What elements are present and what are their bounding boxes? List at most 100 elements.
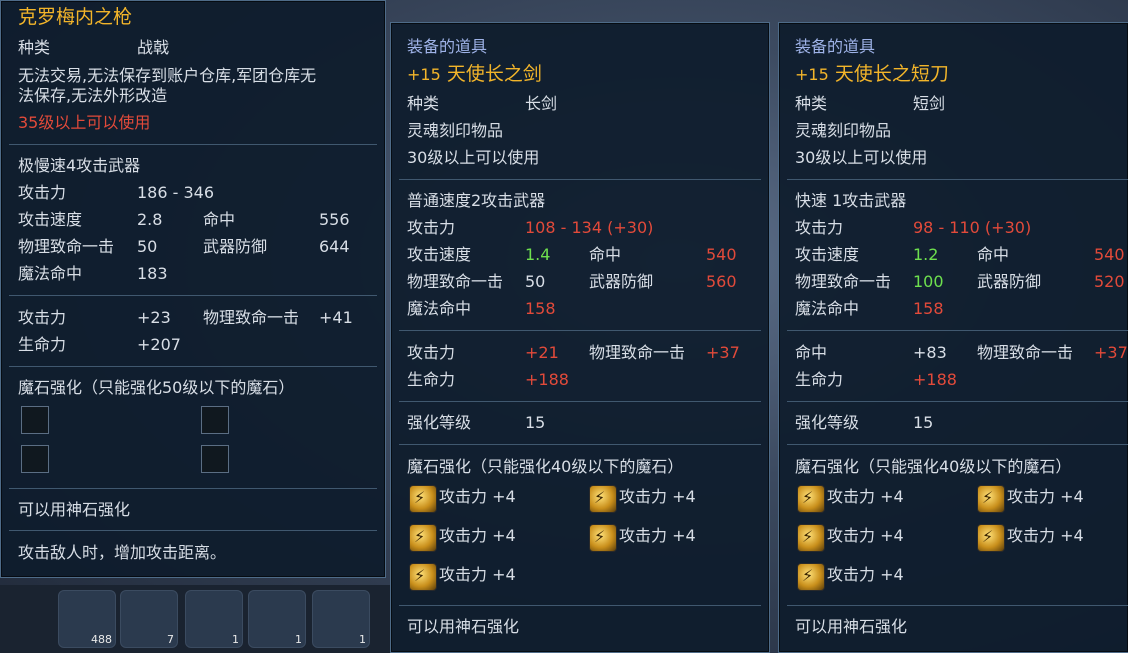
enchant-level-value: 15: [525, 413, 546, 432]
soulbound-text: 灵魂刻印物品: [407, 121, 504, 140]
divider: [9, 295, 377, 296]
manastone-stat: 攻击力 +4: [827, 487, 904, 506]
inventory-slot[interactable]: 1: [185, 590, 243, 648]
inventory-slot[interactable]: 1: [312, 590, 370, 648]
manastone-stat: 攻击力 +4: [827, 526, 904, 545]
type-label: 种类: [18, 38, 51, 57]
item-name-row: +15 天使长之短刀: [795, 64, 949, 85]
stat-value: 183: [137, 264, 168, 283]
stat-value: 2.8: [137, 210, 163, 229]
item-tooltip-equipped-dagger: 装备的道具 +15 天使长之短刀 种类 短剑 灵魂刻印物品 30级以上可以使用 …: [778, 22, 1128, 653]
manastone-icon: [977, 524, 1005, 552]
level-requirement: 30级以上可以使用: [407, 148, 540, 167]
type-value: 长剑: [525, 94, 558, 113]
enchant-level-badge: +15: [795, 65, 829, 84]
item-count: 488: [91, 633, 112, 646]
manastone-icon: [977, 485, 1005, 513]
divider: [399, 444, 761, 445]
item-count: 1: [232, 633, 239, 646]
manastone-icon: [589, 524, 617, 552]
stat-value: 560: [706, 272, 737, 291]
stat-label: 攻击力: [18, 183, 67, 202]
type-label: 种类: [795, 94, 828, 113]
stat-label: 物理致命一击: [795, 272, 892, 291]
bonus-value: +37: [706, 343, 740, 362]
divider: [787, 444, 1128, 445]
bonus-label: 物理致命一击: [203, 308, 300, 327]
inventory-slot[interactable]: 1: [248, 590, 306, 648]
enchant-level-label: 强化等级: [407, 413, 472, 432]
inventory-slot[interactable]: 7: [120, 590, 178, 648]
restriction-text: 无法交易,无法保存到账户仓库,军团仓库无: [18, 66, 317, 85]
type-value: 战戟: [137, 38, 170, 57]
stat-value: 50: [525, 272, 546, 291]
bonus-value: +41: [319, 308, 353, 327]
stat-value: 108 - 134 (+30): [525, 218, 654, 237]
stat-value: 1.2: [913, 245, 939, 264]
godstone-text: 可以用神石强化: [407, 617, 520, 636]
stat-value: 158: [525, 299, 556, 318]
enchant-level-label: 强化等级: [795, 413, 860, 432]
skill-description: 攻击敌人时，增加攻击距离。: [18, 543, 227, 562]
stat-label: 攻击速度: [795, 245, 860, 264]
stat-label: 攻击力: [407, 218, 456, 237]
manastone-stat: 攻击力 +4: [439, 526, 516, 545]
divider: [787, 401, 1128, 402]
item-count: 1: [295, 633, 302, 646]
manastone-slot-empty: [201, 406, 229, 434]
stat-label: 命中: [977, 245, 1010, 264]
stat-label: 命中: [203, 210, 236, 229]
manastone-stat: 攻击力 +4: [1007, 487, 1084, 506]
bonus-label: 生命力: [795, 370, 844, 389]
enchant-level-value: 15: [913, 413, 934, 432]
stat-label: 魔法命中: [407, 299, 472, 318]
manastone-icon: [409, 524, 437, 552]
manastone-stat: 攻击力 +4: [439, 565, 516, 584]
bonus-label: 生命力: [18, 335, 67, 354]
manastone-stat: 攻击力 +4: [1007, 526, 1084, 545]
stat-value: 540: [706, 245, 737, 264]
bonus-value: +23: [137, 308, 171, 327]
bonus-value: +207: [137, 335, 181, 354]
stat-label: 命中: [589, 245, 622, 264]
stat-label: 魔法命中: [18, 264, 83, 283]
item-tooltip-left: 克罗梅内之枪 种类 战戟 无法交易,无法保存到账户仓库,军团仓库无 法保存,无法…: [0, 0, 386, 578]
bonus-value: +21: [525, 343, 559, 362]
item-count: 7: [167, 633, 174, 646]
bonus-label: 物理致命一击: [589, 343, 686, 362]
bonus-label: 攻击力: [18, 308, 67, 327]
stat-label: 攻击速度: [18, 210, 83, 229]
stat-value: 158: [913, 299, 944, 318]
manastone-header: 魔石强化（只能强化40级以下的魔石）: [795, 457, 1072, 476]
godstone-text: 可以用神石强化: [795, 617, 908, 636]
bonus-label: 命中: [795, 343, 828, 362]
bonus-label: 攻击力: [407, 343, 456, 362]
manastone-icon: [797, 485, 825, 513]
equipped-label: 装备的道具: [795, 37, 876, 56]
stat-value: 556: [319, 210, 350, 229]
stat-value: 186 - 346: [137, 183, 215, 202]
manastone-icon: [797, 563, 825, 591]
bonus-label: 生命力: [407, 370, 456, 389]
manastone-slot-empty: [21, 406, 49, 434]
manastone-icon: [589, 485, 617, 513]
item-name: 天使长之剑: [446, 63, 542, 85]
item-tooltip-equipped-sword: 装备的道具 +15 天使长之剑 种类 长剑 灵魂刻印物品 30级以上可以使用 普…: [390, 22, 770, 653]
manastone-stat: 攻击力 +4: [619, 487, 696, 506]
soulbound-text: 灵魂刻印物品: [795, 121, 892, 140]
manastone-icon: [409, 485, 437, 513]
item-count: 1: [359, 633, 366, 646]
stat-label: 物理致命一击: [18, 237, 115, 256]
manastone-icon: [797, 524, 825, 552]
bonus-value: +188: [525, 370, 569, 389]
bonus-value: +37: [1094, 343, 1128, 362]
godstone-text: 可以用神石强化: [18, 500, 131, 519]
level-requirement: 30级以上可以使用: [795, 148, 928, 167]
divider: [787, 605, 1128, 606]
stat-value: 1.4: [525, 245, 551, 264]
stat-label: 攻击力: [795, 218, 844, 237]
restriction-text: 法保存,无法外形改造: [18, 86, 168, 105]
inventory-slot[interactable]: 488: [58, 590, 116, 648]
stat-label: 武器防御: [203, 237, 268, 256]
divider: [9, 144, 377, 145]
